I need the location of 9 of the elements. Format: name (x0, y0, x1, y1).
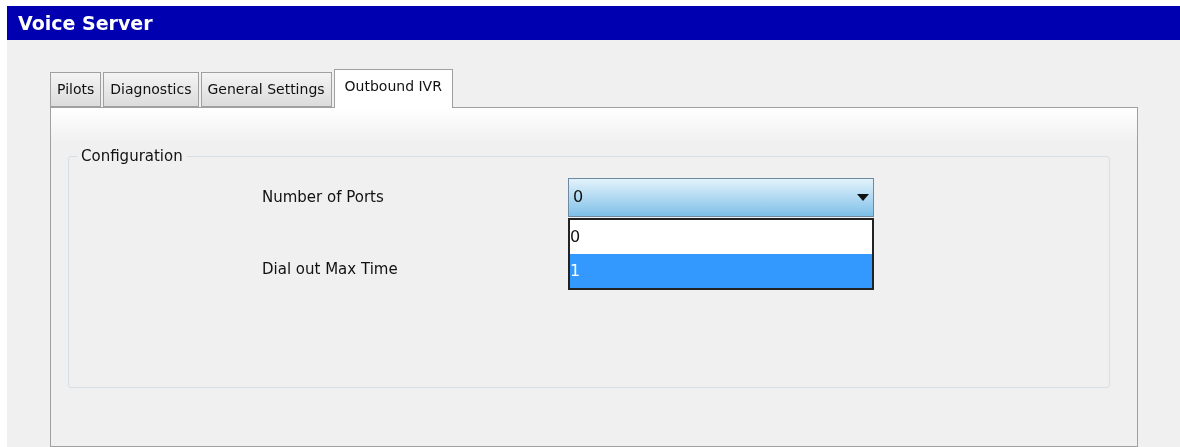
window-title: Voice Server (18, 10, 153, 36)
tab[interactable]: General Settings (200, 72, 332, 107)
field-label: Dial out Max Time (262, 258, 399, 280)
caret-icon (857, 193, 869, 201)
field-label: Number of Ports (262, 186, 385, 208)
tab[interactable]: Outbound IVR (333, 69, 453, 108)
tab[interactable]: Diagnostics (103, 72, 199, 107)
tab[interactable]: Pilots (50, 72, 102, 107)
dropdown[interactable]: 0 (568, 177, 874, 217)
